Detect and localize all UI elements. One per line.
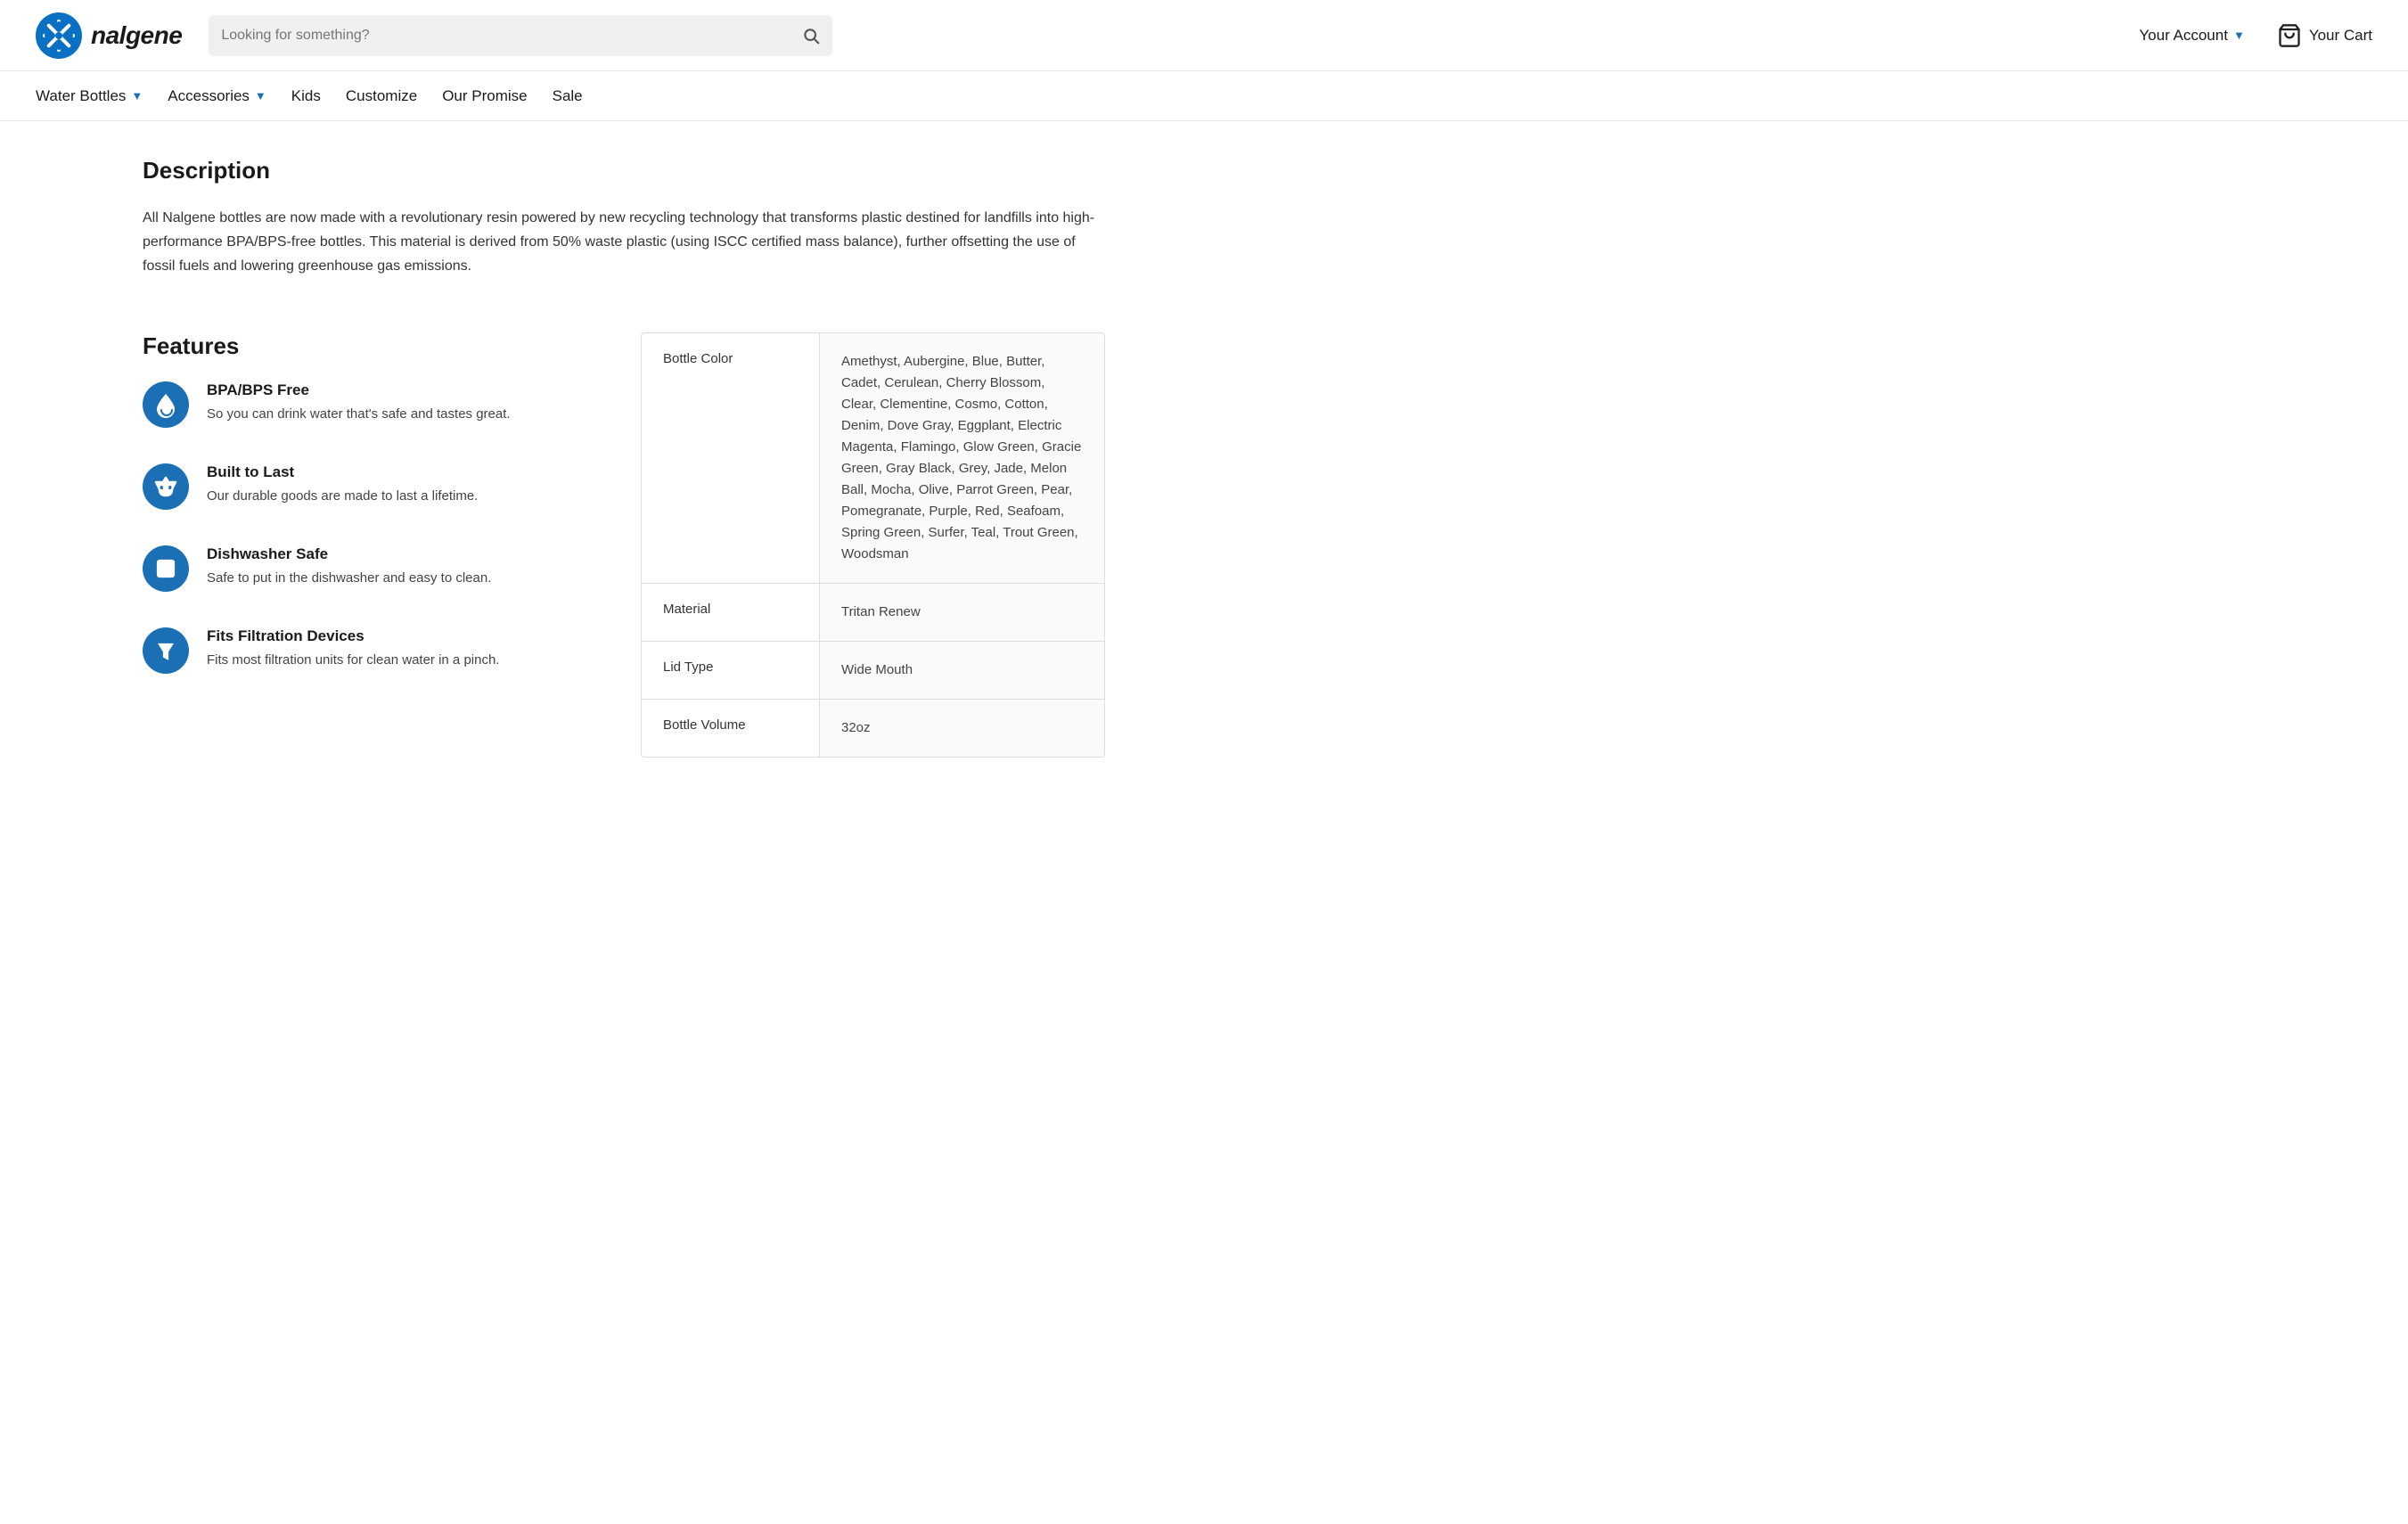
chevron-down-icon: ▼ xyxy=(131,89,143,102)
main-nav: Water Bottles ▼ Accessories ▼ Kids Custo… xyxy=(0,71,2408,121)
feature-built-content: Built to Last Our durable goods are made… xyxy=(207,463,478,507)
nav-accessories-label: Accessories xyxy=(168,87,250,105)
features-specs-container: Features BPA/BPS Free So you can drink w… xyxy=(143,332,1105,758)
nav-item-accessories[interactable]: Accessories ▼ xyxy=(168,87,291,105)
features-title: Features xyxy=(143,332,605,360)
search-bar xyxy=(209,15,832,56)
spec-label-color: Bottle Color xyxy=(642,333,820,583)
search-button[interactable] xyxy=(802,27,820,45)
nav-item-kids[interactable]: Kids xyxy=(291,87,346,105)
nav-item-customize[interactable]: Customize xyxy=(346,87,442,105)
account-label: Your Account xyxy=(2139,27,2228,45)
search-icon xyxy=(802,27,820,45)
nav-item-water-bottles[interactable]: Water Bottles ▼ xyxy=(36,87,168,105)
filter-icon xyxy=(152,637,179,664)
feature-item-built: Built to Last Our durable goods are made… xyxy=(143,463,605,510)
feature-bpa-content: BPA/BPS Free So you can drink water that… xyxy=(207,381,511,425)
spec-label-volume: Bottle Volume xyxy=(642,700,820,757)
feature-item-filtration: Fits Filtration Devices Fits most filtra… xyxy=(143,627,605,674)
nav-our-promise-label: Our Promise xyxy=(442,87,527,105)
spec-label-material: Material xyxy=(642,584,820,641)
search-input[interactable] xyxy=(221,28,802,44)
feature-filtration-title: Fits Filtration Devices xyxy=(207,627,499,645)
filtration-icon xyxy=(143,627,189,674)
logo-icon xyxy=(36,12,82,59)
header-right: Your Account ▼ Your Cart xyxy=(2139,23,2372,48)
water-drop-icon xyxy=(152,391,179,418)
feature-bpa-desc: So you can drink water that's safe and t… xyxy=(207,405,511,425)
spec-row-lid: Lid Type Wide Mouth xyxy=(642,642,1104,700)
nav-customize-label: Customize xyxy=(346,87,417,105)
spec-row-volume: Bottle Volume 32oz xyxy=(642,700,1104,757)
feature-bpa-title: BPA/BPS Free xyxy=(207,381,511,399)
features-column: Features BPA/BPS Free So you can drink w… xyxy=(143,332,641,709)
bpa-free-icon xyxy=(143,381,189,428)
cart-icon xyxy=(2277,23,2302,48)
built-to-last-icon xyxy=(143,463,189,510)
feature-item-dishwasher: Dishwasher Safe Safe to put in the dishw… xyxy=(143,545,605,592)
spec-row-color: Bottle Color Amethyst, Aubergine, Blue, … xyxy=(642,333,1104,584)
nav-item-sale[interactable]: Sale xyxy=(553,87,608,105)
header: nalgene Your Account ▼ Your Cart xyxy=(0,0,2408,71)
logo-text: nalgene xyxy=(91,21,182,50)
spec-value-color: Amethyst, Aubergine, Blue, Butter, Cadet… xyxy=(820,333,1104,583)
spec-row-material: Material Tritan Renew xyxy=(642,584,1104,642)
description-title: Description xyxy=(143,157,1105,184)
spec-value-volume: 32oz xyxy=(820,700,1104,757)
spec-label-lid: Lid Type xyxy=(642,642,820,699)
spec-value-material: Tritan Renew xyxy=(820,584,1104,641)
feature-built-desc: Our durable goods are made to last a lif… xyxy=(207,487,478,507)
nav-kids-label: Kids xyxy=(291,87,321,105)
recycle-icon xyxy=(152,473,179,500)
cart-label: Your Cart xyxy=(2309,27,2372,45)
account-button[interactable]: Your Account ▼ xyxy=(2139,27,2244,45)
dishwasher-safe-icon xyxy=(152,555,179,582)
feature-filtration-desc: Fits most filtration units for clean wat… xyxy=(207,651,499,671)
main-content: Description All Nalgene bottles are now … xyxy=(0,121,1248,793)
feature-dishwasher-title: Dishwasher Safe xyxy=(207,545,491,563)
feature-dishwasher-content: Dishwasher Safe Safe to put in the dishw… xyxy=(207,545,491,589)
logo[interactable]: nalgene xyxy=(36,12,182,59)
nav-water-bottles-label: Water Bottles xyxy=(36,87,126,105)
description-section: Description All Nalgene bottles are now … xyxy=(143,157,1105,279)
chevron-down-icon: ▼ xyxy=(2233,29,2245,42)
feature-filtration-content: Fits Filtration Devices Fits most filtra… xyxy=(207,627,499,671)
specs-column: Bottle Color Amethyst, Aubergine, Blue, … xyxy=(641,332,1105,758)
feature-built-title: Built to Last xyxy=(207,463,478,481)
dishwasher-icon xyxy=(143,545,189,592)
feature-dishwasher-desc: Safe to put in the dishwasher and easy t… xyxy=(207,569,491,589)
nav-sale-label: Sale xyxy=(553,87,583,105)
description-text: All Nalgene bottles are now made with a … xyxy=(143,206,1105,279)
feature-item-bpa: BPA/BPS Free So you can drink water that… xyxy=(143,381,605,428)
cart-button[interactable]: Your Cart xyxy=(2277,23,2372,48)
nav-item-our-promise[interactable]: Our Promise xyxy=(442,87,552,105)
spec-value-lid: Wide Mouth xyxy=(820,642,1104,699)
chevron-down-icon: ▼ xyxy=(255,89,266,102)
